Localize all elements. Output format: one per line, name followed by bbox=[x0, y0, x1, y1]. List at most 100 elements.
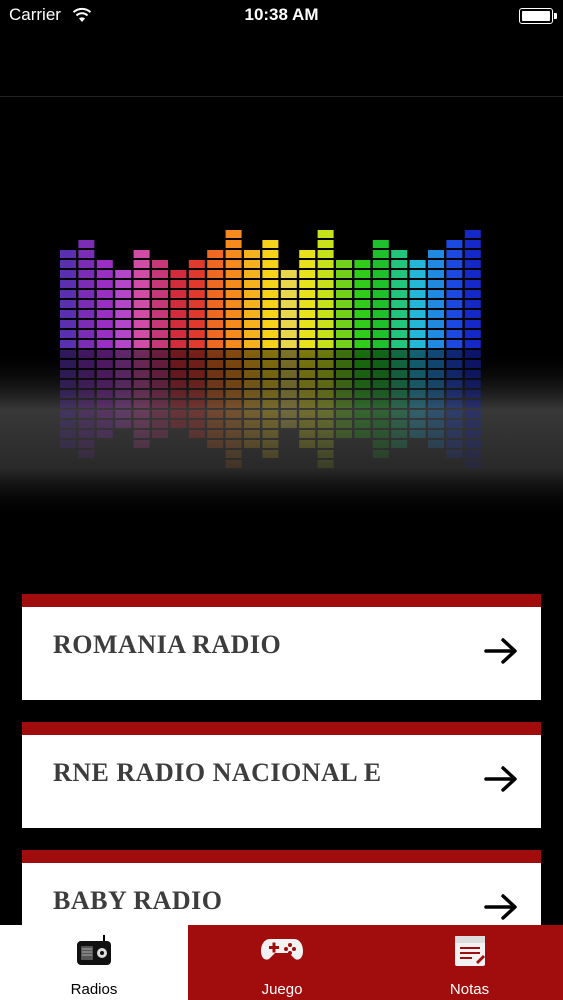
equalizer-cell bbox=[78, 310, 95, 318]
equalizer-cell bbox=[225, 330, 242, 338]
equalizer-reflection-cell bbox=[464, 400, 481, 408]
equalizer-cell bbox=[391, 330, 408, 338]
equalizer-reflection-cell bbox=[428, 350, 444, 358]
station-list[interactable]: ROMANIA RADIO RNE RADIO NACIONAL E BABY … bbox=[0, 520, 563, 925]
equalizer-cell bbox=[391, 300, 408, 308]
equalizer-reflection-cell bbox=[225, 350, 242, 358]
equalizer-cell bbox=[207, 310, 224, 318]
equalizer-reflection-cell bbox=[409, 370, 426, 378]
arrow-right-icon[interactable] bbox=[484, 894, 518, 920]
equalizer-reflection-cell bbox=[133, 420, 150, 428]
equalizer-cell bbox=[391, 270, 408, 278]
equalizer-cell bbox=[133, 320, 150, 328]
equalizer-reflection-cell bbox=[60, 350, 76, 358]
equalizer-reflection-cell bbox=[446, 430, 463, 438]
station-row[interactable]: RNE RADIO NACIONAL E bbox=[22, 722, 541, 828]
tab-radios[interactable]: Radios bbox=[0, 925, 188, 1000]
tab-notas[interactable]: Notas bbox=[376, 925, 563, 1000]
equalizer-cell bbox=[464, 270, 481, 278]
equalizer-cell bbox=[428, 310, 444, 318]
equalizer-reflection-cell bbox=[446, 380, 463, 388]
equalizer-cell bbox=[280, 330, 297, 338]
equalizer-reflection-cell bbox=[152, 360, 168, 368]
equalizer-reflection-cell bbox=[464, 440, 481, 448]
notes-icon bbox=[454, 936, 485, 966]
equalizer-reflection-cell bbox=[170, 420, 187, 428]
equalizer-reflection-cell bbox=[78, 400, 95, 408]
equalizer-cell bbox=[78, 240, 95, 248]
arrow-right-icon[interactable] bbox=[484, 766, 518, 792]
equalizer-reflection-cell bbox=[262, 350, 279, 358]
equalizer-reflection-cell bbox=[60, 440, 76, 448]
equalizer-reflection-cell bbox=[280, 370, 297, 378]
equalizer-cell bbox=[244, 290, 260, 298]
equalizer-cell bbox=[409, 340, 426, 348]
equalizer-reflection-cell bbox=[244, 360, 260, 368]
equalizer-cell bbox=[225, 310, 242, 318]
tab-juego[interactable]: Juego bbox=[188, 925, 376, 1000]
equalizer-cell bbox=[391, 290, 408, 298]
equalizer-cell bbox=[446, 240, 463, 248]
equalizer-cell bbox=[409, 270, 426, 278]
equalizer-cell bbox=[225, 240, 242, 248]
equalizer-reflection-cell bbox=[188, 400, 205, 408]
equalizer-reflection-cell bbox=[78, 440, 95, 448]
equalizer-reflection-cell bbox=[96, 350, 113, 358]
arrow-right-icon[interactable] bbox=[484, 638, 518, 664]
equalizer-cell bbox=[280, 270, 297, 278]
equalizer-reflection-cell bbox=[280, 350, 297, 358]
equalizer-cell bbox=[372, 330, 389, 338]
equalizer-reflection-cell bbox=[96, 420, 113, 428]
equalizer-reflection-cell bbox=[60, 370, 76, 378]
equalizer-reflection-cell bbox=[152, 400, 168, 408]
equalizer-reflection-cell bbox=[336, 380, 352, 388]
equalizer-reflection-cell bbox=[225, 450, 242, 458]
equalizer-reflection-cell bbox=[207, 410, 224, 418]
equalizer-cell bbox=[464, 310, 481, 318]
equalizer-reflection-cell bbox=[225, 430, 242, 438]
equalizer-cell bbox=[244, 310, 260, 318]
equalizer-reflection-cell bbox=[299, 440, 316, 448]
station-row[interactable]: BABY RADIO bbox=[22, 850, 541, 925]
equalizer-cell bbox=[317, 240, 334, 248]
equalizer-reflection-cell bbox=[336, 360, 352, 368]
equalizer-reflection-cell bbox=[372, 360, 389, 368]
equalizer-reflection-cell bbox=[133, 370, 150, 378]
equalizer-reflection-cell bbox=[446, 390, 463, 398]
equalizer-cell bbox=[60, 340, 76, 348]
equalizer-reflection-cell bbox=[409, 350, 426, 358]
equalizer-cell bbox=[115, 310, 132, 318]
equalizer-reflection-cell bbox=[391, 360, 408, 368]
equalizer-reflection-cell bbox=[78, 390, 95, 398]
equalizer-cell bbox=[244, 300, 260, 308]
equalizer-cell bbox=[280, 340, 297, 348]
radio-icon bbox=[77, 935, 111, 965]
equalizer-cell bbox=[78, 290, 95, 298]
equalizer-cell bbox=[317, 260, 334, 268]
equalizer-cell bbox=[299, 250, 316, 258]
equalizer-cell bbox=[280, 280, 297, 288]
equalizer-cell bbox=[115, 300, 132, 308]
equalizer-reflection-cell bbox=[96, 390, 113, 398]
equalizer-cell bbox=[78, 320, 95, 328]
equalizer-reflection-cell bbox=[372, 370, 389, 378]
equalizer-reflection-cell bbox=[317, 370, 334, 378]
equalizer-reflection-cell bbox=[372, 430, 389, 438]
equalizer-reflection-cell bbox=[464, 370, 481, 378]
equalizer-reflection-cell bbox=[133, 400, 150, 408]
equalizer-reflection-cell bbox=[391, 370, 408, 378]
equalizer-reflection-cell bbox=[262, 440, 279, 448]
equalizer-reflection-cell bbox=[244, 390, 260, 398]
equalizer-reflection-cell bbox=[317, 380, 334, 388]
equalizer-reflection-cell bbox=[391, 430, 408, 438]
equalizer-cell bbox=[299, 290, 316, 298]
equalizer-cell bbox=[428, 330, 444, 338]
equalizer-cell bbox=[133, 280, 150, 288]
equalizer-reflection-cell bbox=[299, 380, 316, 388]
equalizer-reflection-cell bbox=[354, 370, 371, 378]
battery-icon bbox=[519, 8, 557, 24]
station-row[interactable]: ROMANIA RADIO bbox=[22, 594, 541, 700]
equalizer-cell bbox=[262, 290, 279, 298]
tab-bar: Radios Juego Notas bbox=[0, 925, 563, 1000]
equalizer-cell bbox=[336, 330, 352, 338]
